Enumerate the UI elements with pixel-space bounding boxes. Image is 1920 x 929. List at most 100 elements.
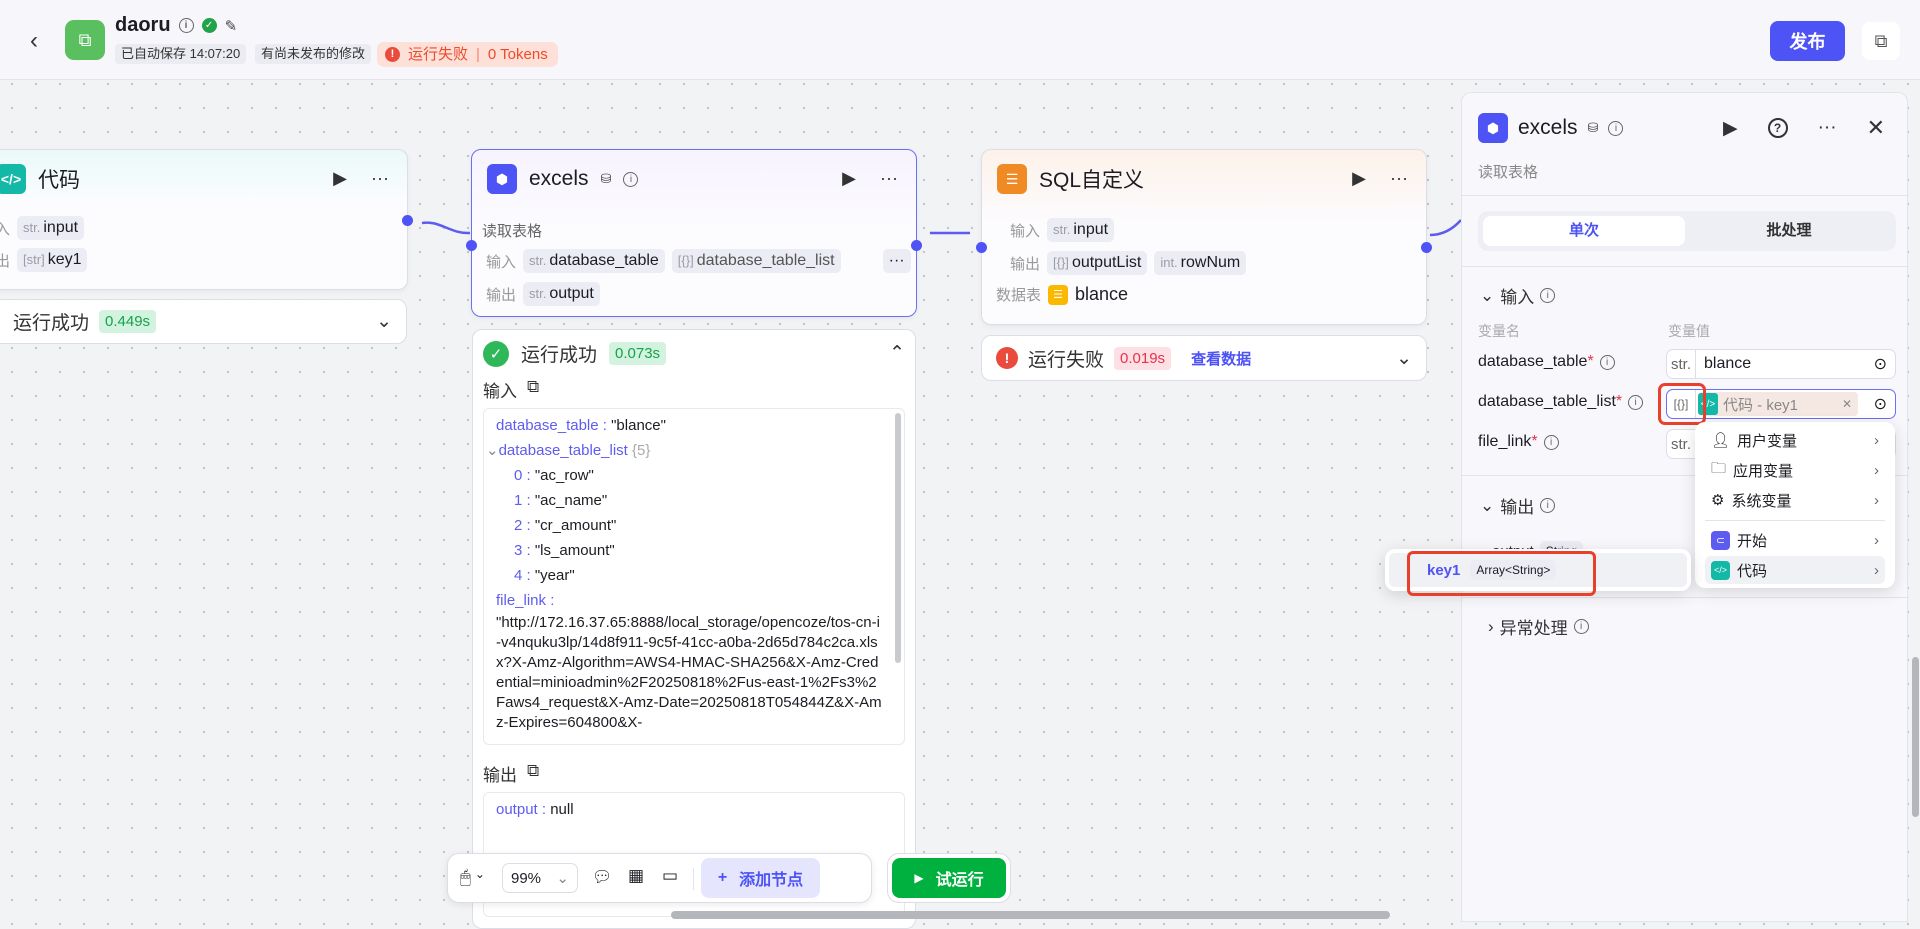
minimap-icon[interactable]: ▭ (662, 866, 678, 886)
info-icon[interactable]: i (1608, 120, 1624, 136)
duration-badge: 0.449s (99, 310, 157, 333)
collapse-icon[interactable]: ⌄ (486, 442, 499, 459)
database-table-input[interactable]: str. blance ⊙ (1666, 349, 1896, 379)
code-node[interactable]: </> 代码 ▶ ··· 入 str. input 出 [str] key1 (0, 149, 413, 290)
list-item: 1 : "ac_name" (514, 492, 608, 509)
more-icon[interactable]: ··· (371, 168, 389, 189)
node-title: SQL自定义 (1039, 169, 1145, 192)
tab-batch[interactable]: 批处理 (1688, 216, 1890, 246)
chevron-down-icon[interactable]: ⌄ (1480, 496, 1494, 516)
output-port[interactable] (402, 215, 413, 226)
info-icon[interactable]: i (623, 171, 639, 187)
edit-icon[interactable]: ✎ (225, 17, 238, 35)
menu-item-code[interactable]: </> 代码 › (1705, 556, 1885, 584)
output-label: 输出 (1010, 255, 1041, 273)
start-icon: ⊂ (1711, 530, 1730, 550)
comment-icon[interactable]: 💬︎ (592, 867, 612, 887)
sql-node[interactable]: ☰ SQL自定义 ▶ ··· 输入 str. input 输出 [{}] outputLi… (976, 149, 1432, 325)
excels-node[interactable]: ⬢ excels ⛁ i ▶ ··· 读取表格 输入 str. database_tabl… (466, 149, 922, 317)
view-data-link[interactable]: 查看数据 (1191, 348, 1251, 369)
more-icon[interactable]: ··· (1390, 168, 1408, 189)
more-icon[interactable]: ··· (1818, 117, 1837, 139)
copy-icon[interactable]: ⧉ (527, 761, 539, 786)
chevron-down-icon[interactable]: ⌄ (376, 310, 392, 333)
tab-single[interactable]: 单次 (1483, 216, 1685, 246)
input-port[interactable] (976, 242, 987, 253)
info-icon[interactable]: i (178, 18, 194, 33)
input-label: 输入 (1010, 222, 1041, 240)
more-inputs[interactable]: ··· (882, 249, 911, 273)
menu-item-user-variables[interactable]: 👤︎ 用户变量 › (1705, 426, 1885, 454)
vertical-scrollbar[interactable] (1912, 657, 1919, 817)
column-name-header: 变量名 (1478, 323, 1520, 339)
more-icon[interactable]: ··· (880, 168, 898, 189)
info-icon[interactable]: i (1540, 288, 1556, 303)
chevron-up-icon[interactable]: ⌃ (889, 342, 905, 365)
output-pill: str. output (523, 282, 600, 306)
variable-reference-chip[interactable]: </> 代码 - key1 ✕ (1698, 392, 1858, 416)
highlight-box (1407, 551, 1596, 596)
chevron-down-icon[interactable]: ⌄ (1480, 286, 1494, 306)
menu-item-system-variables[interactable]: ⚙ 系统变量 › (1705, 486, 1885, 514)
close-icon[interactable]: ✕ (1867, 115, 1885, 141)
duplicate-button[interactable]: ⧉ (1862, 22, 1900, 60)
horizontal-scrollbar[interactable] (671, 911, 1390, 919)
input-section-title: 输入 (1500, 288, 1535, 307)
output-label: 出 (0, 252, 11, 270)
help-icon[interactable]: ? (1767, 118, 1788, 138)
folder-icon: 🗀 (1711, 459, 1727, 477)
input-pill: [{}] database_table_list (671, 249, 841, 273)
error-handling-title: 异常处理 (1499, 619, 1568, 638)
plugin-icon: ⛁ (1587, 120, 1599, 135)
user-icon: 👤︎ (1711, 432, 1731, 449)
code-icon: </> (1711, 560, 1730, 580)
file-link-value: "http://172.16.37.65:8888/local_storage/… (496, 614, 882, 731)
menu-item-app-variables[interactable]: 🗀 应用变量 › (1705, 456, 1885, 484)
code-run-status[interactable]: 运行成功 0.449s ⌄ (0, 299, 407, 344)
variable-picker-icon[interactable]: ⊙ (1874, 394, 1887, 414)
info-icon[interactable]: i (1543, 434, 1559, 450)
top-bar (0, 0, 1920, 80)
output-pill: [str] key1 (17, 248, 88, 272)
info-icon[interactable]: i (1540, 498, 1556, 513)
output-port[interactable] (911, 240, 922, 251)
play-icon[interactable]: ▶ (1723, 117, 1738, 140)
node-title: excels (529, 167, 589, 190)
add-node-button[interactable]: + 添加节点 (701, 858, 820, 898)
input-port[interactable] (466, 240, 477, 251)
clear-icon[interactable]: ✕ (1842, 397, 1852, 411)
gear-icon: ⚙ (1711, 492, 1725, 509)
interaction-mode-selector[interactable]: 🖱︎ ⌄ (460, 867, 485, 888)
copy-icon[interactable]: ⧉ (527, 377, 539, 402)
publish-button[interactable]: 发布 (1770, 21, 1845, 61)
sql-run-status[interactable]: ! 运行失败 0.019s 查看数据 ⌄ (981, 335, 1427, 381)
panel-title: excels (1518, 116, 1578, 139)
plus-icon: + (717, 869, 728, 886)
play-icon[interactable]: ▶ (1352, 168, 1366, 189)
cube-icon: ⬢ (1478, 113, 1508, 143)
menu-item-start[interactable]: ⊂ 开始 › (1705, 526, 1885, 554)
excels-run-result: ✓ 运行成功 0.073s ⌃ 输入 ⧉ database_table : "blanc… (472, 329, 916, 929)
output-label: 输出 (486, 286, 517, 304)
status-text: 运行成功 (521, 345, 598, 366)
error-icon: ! (996, 347, 1018, 369)
info-icon[interactable]: i (1628, 394, 1644, 410)
chevron-right-icon[interactable]: › (1488, 617, 1494, 637)
test-run-button[interactable]: ▶ 试运行 (892, 858, 1006, 898)
cube-icon: ⬢ (487, 164, 517, 194)
info-icon[interactable]: i (1573, 619, 1589, 634)
list-item: 0 : "ac_row" (514, 467, 594, 484)
node-description: 读取表格 (482, 223, 543, 240)
panel-description: 读取表格 (1478, 164, 1539, 181)
layout-grid-icon[interactable]: ▦ (628, 866, 644, 886)
play-icon[interactable]: ▶ (333, 168, 347, 189)
variable-picker-icon[interactable]: ⊙ (1874, 354, 1887, 374)
run-status-tag[interactable]: ! 运行失败 | 0 Tokens (377, 42, 558, 67)
chevron-right-icon: › (1874, 431, 1879, 449)
zoom-select[interactable]: 99% ⌄ (502, 863, 578, 893)
chevron-down-icon[interactable]: ⌄ (1396, 347, 1412, 370)
scrollbar[interactable] (895, 413, 901, 663)
play-icon[interactable]: ▶ (842, 168, 856, 189)
back-chevron-icon[interactable]: ‹ (30, 27, 38, 55)
info-icon[interactable]: i (1599, 354, 1615, 370)
